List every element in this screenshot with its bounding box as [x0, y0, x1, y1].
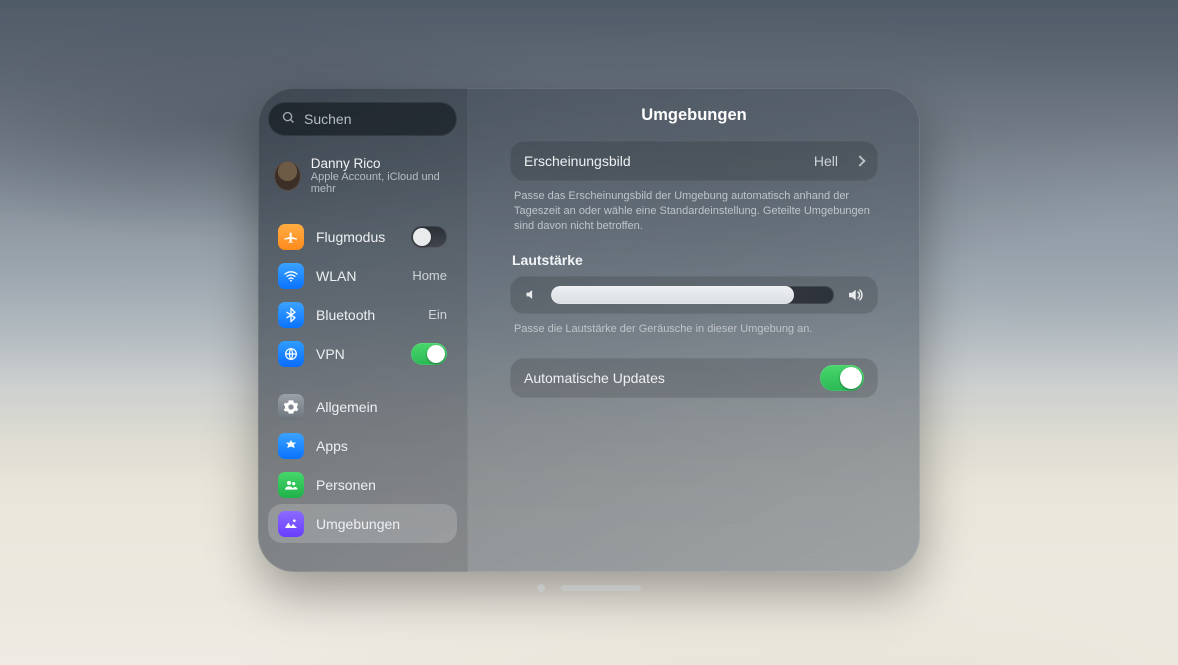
volume-heading: Lautstärke	[512, 252, 876, 268]
sidebar-item-label: VPN	[316, 346, 399, 362]
sidebar-item-vpn[interactable]: VPN	[268, 334, 457, 373]
appearance-row[interactable]: Erscheinungsbild Hell	[510, 141, 878, 181]
search-input[interactable]	[304, 111, 444, 127]
appearance-caption: Passe das Erscheinungsbild der Umgebung …	[514, 189, 874, 234]
bluetooth-detail: Ein	[428, 307, 447, 322]
appearance-value: Hell	[814, 153, 838, 169]
bluetooth-icon	[278, 302, 304, 328]
appearance-label: Erscheinungsbild	[524, 153, 802, 169]
settings-window: Danny Rico Apple Account, iCloud und meh…	[258, 88, 920, 572]
sidebar-item-label: WLAN	[316, 268, 400, 284]
account-subtitle: Apple Account, iCloud und mehr	[311, 171, 451, 195]
sidebar-item-label: Allgemein	[316, 399, 447, 415]
account-name: Danny Rico	[311, 156, 451, 171]
airplane-toggle[interactable]	[411, 226, 447, 248]
globe-icon	[278, 341, 304, 367]
volume-slider-fill	[551, 286, 794, 304]
avatar	[274, 161, 301, 191]
account-row[interactable]: Danny Rico Apple Account, iCloud und meh…	[268, 150, 457, 201]
search-field[interactable]	[268, 102, 457, 136]
sidebar-item-airplane[interactable]: Flugmodus	[268, 217, 457, 256]
sidebar-quick-group: Flugmodus WLAN Home Bluetooth	[268, 217, 457, 373]
wlan-detail: Home	[412, 268, 447, 283]
auto-updates-toggle[interactable]	[820, 365, 864, 391]
sidebar-item-label: Umgebungen	[316, 516, 447, 532]
sidebar: Danny Rico Apple Account, iCloud und meh…	[258, 88, 468, 572]
airplane-icon	[278, 224, 304, 250]
sidebar-item-label: Personen	[316, 477, 447, 493]
sidebar-item-general[interactable]: Allgemein	[268, 387, 457, 426]
auto-updates-label: Automatische Updates	[524, 370, 808, 386]
appstore-icon	[278, 433, 304, 459]
chevron-right-icon	[854, 155, 865, 166]
sidebar-settings-group: Allgemein Apps Personen Umgebungen	[268, 387, 457, 543]
sidebar-item-people[interactable]: Personen	[268, 465, 457, 504]
wifi-icon	[278, 263, 304, 289]
auto-updates-row[interactable]: Automatische Updates	[510, 358, 878, 398]
sidebar-item-environments[interactable]: Umgebungen	[268, 504, 457, 543]
volume-slider[interactable]	[551, 286, 834, 304]
speaker-low-icon	[524, 287, 539, 302]
sidebar-item-wlan[interactable]: WLAN Home	[268, 256, 457, 295]
sidebar-item-label: Flugmodus	[316, 229, 399, 245]
volume-row	[510, 276, 878, 314]
page-dot[interactable]	[537, 584, 545, 592]
volume-caption: Passe die Lautstärke der Geräusche in di…	[514, 322, 874, 337]
page-title: Umgebungen	[510, 106, 878, 125]
sidebar-item-apps[interactable]: Apps	[268, 426, 457, 465]
speaker-high-icon	[846, 286, 864, 304]
sidebar-item-label: Bluetooth	[316, 307, 416, 323]
sidebar-item-label: Apps	[316, 438, 447, 454]
sidebar-item-bluetooth[interactable]: Bluetooth Ein	[268, 295, 457, 334]
people-icon	[278, 472, 304, 498]
main-pane: Umgebungen Erscheinungsbild Hell Passe d…	[468, 88, 920, 572]
home-indicator[interactable]	[561, 585, 641, 591]
landscape-icon	[278, 511, 304, 537]
page-indicator	[537, 584, 641, 592]
vpn-toggle[interactable]	[411, 343, 447, 365]
search-icon	[281, 110, 296, 128]
gear-icon	[278, 394, 304, 420]
